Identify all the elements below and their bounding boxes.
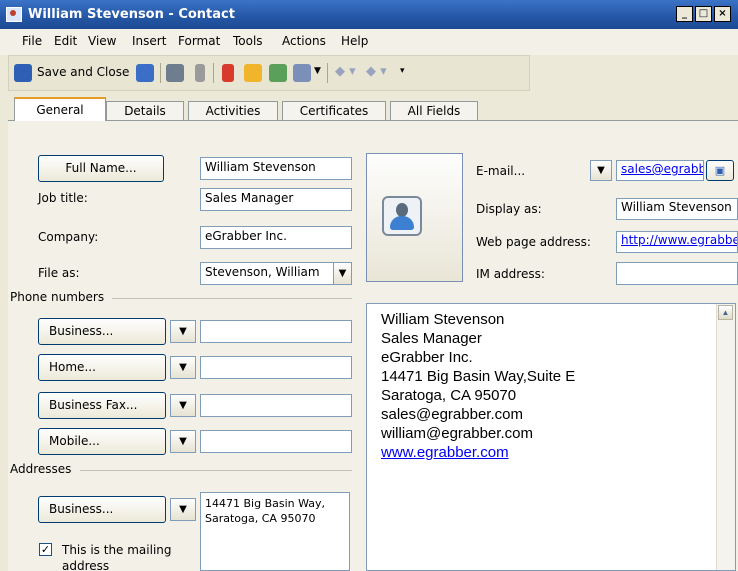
notes-line: Sales Manager <box>381 330 482 347</box>
toolbar-separator <box>160 63 161 83</box>
display-as-field[interactable]: William Stevenson <box>616 198 738 220</box>
phone-fax-dropdown-icon[interactable]: ▼ <box>170 394 196 417</box>
new-meeting-icon[interactable] <box>269 64 287 82</box>
phone-group-divider <box>112 298 352 299</box>
menu-insert[interactable]: Insert <box>132 34 166 48</box>
company-label: Company: <box>38 230 99 244</box>
contact-picture-icon <box>382 196 422 236</box>
email-button[interactable]: E-mail... <box>476 164 525 178</box>
email-dropdown-icon[interactable]: ▼ <box>590 160 612 181</box>
menu-format[interactable]: Format <box>178 34 220 48</box>
save-close-icon[interactable] <box>14 64 32 82</box>
notes-area[interactable]: William Stevenson Sales Manager eGrabber… <box>366 303 736 571</box>
job-title-label: Job title: <box>38 191 88 205</box>
mailing-address-label: This is the mailing <box>62 543 172 557</box>
phone-business-field[interactable] <box>200 320 352 343</box>
full-name-button[interactable]: Full Name... <box>38 155 164 182</box>
close-icon[interactable]: × <box>714 6 731 22</box>
menu-actions[interactable]: Actions <box>282 34 326 48</box>
menu-view[interactable]: View <box>88 34 116 48</box>
addresses-group-divider <box>80 470 352 471</box>
maximize-icon[interactable]: □ <box>695 6 712 22</box>
address-dropdown-icon[interactable]: ▼ <box>170 498 196 521</box>
phone-mobile-field[interactable] <box>200 430 352 453</box>
toolbar-separator <box>327 63 328 83</box>
tab-certificates[interactable]: Certificates <box>282 101 386 120</box>
tab-strip <box>8 120 738 121</box>
tab-activities[interactable]: Activities <box>188 101 278 120</box>
email-field[interactable]: sales@egrabber.com <box>616 160 704 181</box>
call-icon[interactable] <box>293 64 311 82</box>
minimize-icon[interactable]: _ <box>676 6 693 22</box>
phone-business-fax-button[interactable]: Business Fax... <box>38 392 166 419</box>
notes-scrollbar[interactable]: ▲ <box>716 304 735 570</box>
menu-edit[interactable]: Edit <box>54 34 77 48</box>
print-icon[interactable] <box>166 64 184 82</box>
web-page-field[interactable]: http://www.egrabber.com <box>616 231 738 253</box>
contact-app-icon[interactable] <box>6 7 22 22</box>
phone-numbers-group-label: Phone numbers <box>10 290 105 304</box>
phone-mobile-dropdown-icon[interactable]: ▼ <box>170 430 196 453</box>
attach-icon[interactable] <box>195 64 205 82</box>
tab-general[interactable]: General <box>14 97 106 121</box>
phone-business-dropdown-icon[interactable]: ▼ <box>170 320 196 343</box>
notes-line: william@egrabber.com <box>381 425 533 442</box>
menu-tools[interactable]: Tools <box>233 34 263 48</box>
web-page-label: Web page address: <box>476 235 591 249</box>
flag-icon[interactable] <box>222 64 234 82</box>
im-address-label: IM address: <box>476 267 545 281</box>
notes-line: sales@egrabber.com <box>381 406 523 423</box>
next-item-icon[interactable]: ◆ ▾ <box>366 64 387 79</box>
address-line: 14471 Big Basin Way, <box>205 497 326 510</box>
mailing-address-checkbox[interactable]: ✓ <box>39 543 52 556</box>
company-field[interactable]: eGrabber Inc. <box>200 226 352 249</box>
save-and-close-button[interactable]: Save and Close <box>37 65 129 79</box>
file-as-label: File as: <box>38 266 80 280</box>
address-field[interactable]: 14471 Big Basin Way, Saratoga, CA 95070 <box>200 492 350 571</box>
phone-mobile-button[interactable]: Mobile... <box>38 428 166 455</box>
notes-line: William Stevenson <box>381 311 505 328</box>
scroll-up-icon[interactable]: ▲ <box>718 305 733 320</box>
notes-line: eGrabber Inc. <box>381 349 473 366</box>
address-business-button[interactable]: Business... <box>38 496 166 523</box>
window-title: William Stevenson - Contact <box>28 7 235 22</box>
menu-file[interactable]: File <box>22 34 42 48</box>
phone-home-button[interactable]: Home... <box>38 354 166 381</box>
addresses-group-label: Addresses <box>10 462 72 476</box>
phone-business-fax-field[interactable] <box>200 394 352 417</box>
file-as-field[interactable]: Stevenson, William <box>200 262 334 285</box>
toolbar-options-icon[interactable]: ▾ <box>400 66 405 76</box>
phone-home-field[interactable] <box>200 356 352 379</box>
mailing-address-label-2: address <box>62 559 110 571</box>
save-icon[interactable] <box>136 64 154 82</box>
notes-line: 14471 Big Basin Way,Suite E <box>381 368 576 385</box>
title-bar[interactable]: William Stevenson - Contact <box>0 0 738 29</box>
notes-line: Saratoga, CA 95070 <box>381 387 517 404</box>
menu-help[interactable]: Help <box>341 34 368 48</box>
job-title-field[interactable]: Sales Manager <box>200 188 352 211</box>
previous-item-icon[interactable]: ◆ ▾ <box>335 64 356 79</box>
notes-website-link[interactable]: www.egrabber.com <box>381 443 575 462</box>
toolbar-separator <box>213 63 214 83</box>
display-as-label: Display as: <box>476 202 542 216</box>
categories-icon[interactable] <box>244 64 262 82</box>
address-line: Saratoga, CA 95070 <box>205 512 316 525</box>
phone-business-button[interactable]: Business... <box>38 318 166 345</box>
im-address-field[interactable] <box>616 262 738 285</box>
file-as-dropdown-icon[interactable]: ▼ <box>333 262 352 285</box>
tab-all-fields[interactable]: All Fields <box>390 101 478 120</box>
phone-home-dropdown-icon[interactable]: ▼ <box>170 356 196 379</box>
call-dropdown-icon[interactable]: ▼ <box>314 66 321 76</box>
tab-details[interactable]: Details <box>106 101 184 120</box>
full-name-field[interactable]: William Stevenson <box>200 157 352 180</box>
address-book-icon[interactable]: ▣ <box>706 160 734 181</box>
